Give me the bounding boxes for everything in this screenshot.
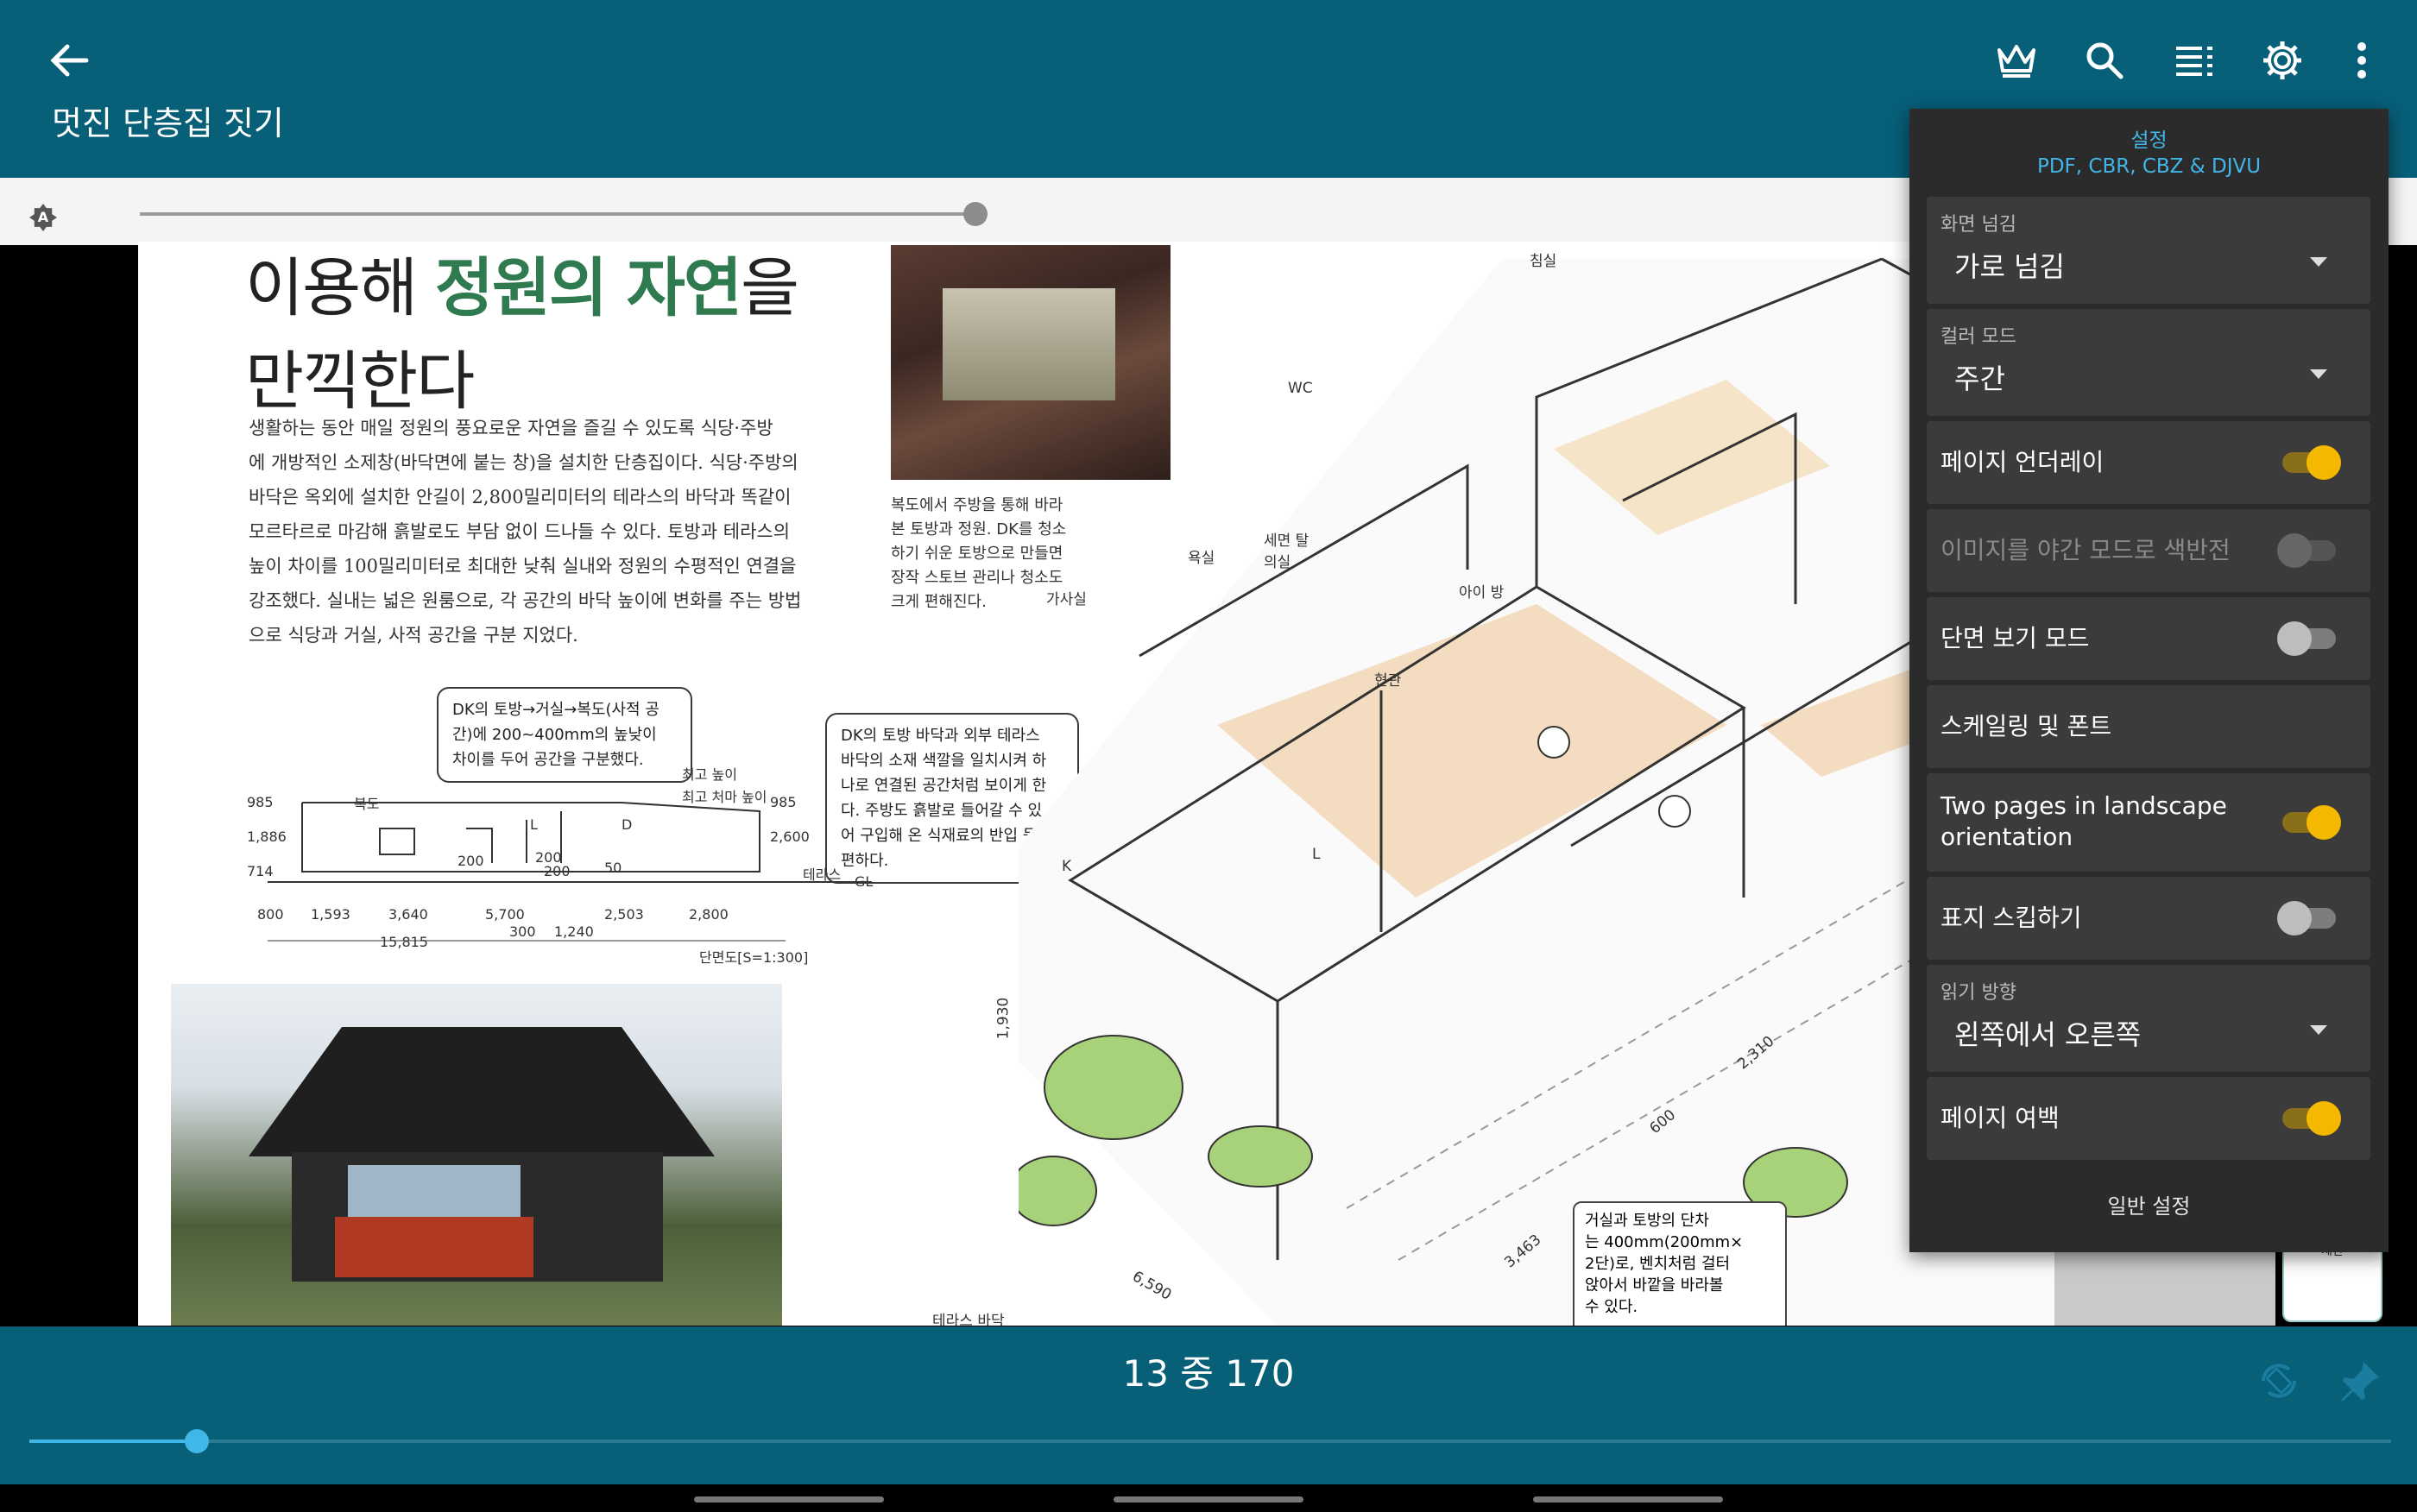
section-label-terrace: 테라스 <box>803 866 842 883</box>
page-turn-dropdown[interactable]: 화면 넘김 가로 넘김 <box>1927 197 2370 304</box>
brightness-slider-thumb[interactable] <box>963 202 988 226</box>
page-indicator: 13 중 170 <box>1122 1352 1295 1395</box>
dropdown-arrow-icon <box>2310 1025 2327 1035</box>
iso-label: L <box>1312 846 1321 863</box>
caption-box-step: 거실과 토방의 단차 는 400mm(200mm× 2단)로, 벤치처럼 걸터 … <box>1573 1201 1787 1326</box>
two-pages-toggle[interactable] <box>2282 805 2341 840</box>
dropdown-arrow-icon <box>2310 257 2327 267</box>
settings-header: 설정 PDF, CBR, CBZ & DJVU <box>2036 129 2262 178</box>
section-dim: 200 <box>458 853 484 869</box>
invert-images-row: 이미지를 야간 모드로 색반전 <box>1927 509 2370 592</box>
section-label-d: D <box>622 816 633 833</box>
section-dim: 1,240 <box>554 923 594 940</box>
iso-label: 테라스 바닥 <box>932 1313 1005 1326</box>
page-headline: 이용해 정원의 자연을 만끽한다 <box>245 251 799 419</box>
crown-icon[interactable] <box>1991 35 2042 86</box>
section-dim: 714 <box>247 863 274 879</box>
iso-label: 침실 <box>1530 253 1557 270</box>
section-dim: 1,593 <box>311 906 350 923</box>
section-label-l: L <box>530 816 538 833</box>
iso-label: 1,930 <box>994 997 1013 1040</box>
section-scale-label: 단면도[S=1:300] <box>699 949 809 966</box>
iso-label: 가사실 <box>1046 591 1087 608</box>
section-dim: 2,600 <box>770 828 810 845</box>
page-margins-row[interactable]: 페이지 여백 <box>1927 1077 2370 1160</box>
section-dim: 1,886 <box>247 828 287 845</box>
iso-label: K <box>1062 858 1072 875</box>
section-dim: 50 <box>604 860 622 876</box>
invert-images-toggle <box>2277 533 2336 568</box>
general-settings-button[interactable]: 일반 설정 <box>1909 1189 2389 1224</box>
gear-icon[interactable] <box>2256 35 2308 86</box>
skip-cover-toggle[interactable] <box>2277 901 2336 936</box>
section-dim: 200 <box>544 863 571 879</box>
more-vert-icon[interactable] <box>2336 35 2388 86</box>
book-title: 멋진 단층집 짓기 <box>52 104 284 142</box>
reading-direction-dropdown[interactable]: 읽기 방향 왼쪽에서 오른쪽 <box>1927 965 2370 1072</box>
dropdown-arrow-icon <box>2310 369 2327 379</box>
color-mode-dropdown[interactable]: 컬러 모드 주간 <box>1927 309 2370 416</box>
nav-handle <box>1114 1496 1303 1503</box>
brightness-slider-track[interactable] <box>140 212 975 216</box>
page-margins-toggle[interactable] <box>2282 1101 2341 1136</box>
page-progress-track[interactable] <box>29 1440 2391 1443</box>
page-underlay-row[interactable]: 페이지 언더레이 <box>1927 421 2370 504</box>
iso-label: 아이 방 <box>1459 584 1505 602</box>
section-dim: 5,700 <box>485 906 525 923</box>
page-progress-thumb[interactable] <box>185 1429 209 1453</box>
section-dim: 15,815 <box>380 934 428 950</box>
iso-label: 세면 탈의실 <box>1264 532 1309 571</box>
exterior-photo <box>171 984 782 1326</box>
iso-label: 현관 <box>1374 672 1402 690</box>
scaling-fonts-row[interactable]: 스케일링 및 폰트 <box>1927 685 2370 768</box>
note-box-section: DK의 토방→거실→복도(사적 공 간)에 200~400mm의 높낮이 차이를… <box>437 687 692 783</box>
back-arrow-icon[interactable] <box>45 36 93 85</box>
nav-handle <box>694 1496 884 1503</box>
section-label-kitchen: 복도 <box>354 796 380 812</box>
iso-label: WC <box>1288 380 1313 397</box>
section-dim: 2,800 <box>689 906 729 923</box>
body-text: 생활하는 동안 매일 정원의 풍요로운 자연을 즐길 수 있도록 식당·주방 에… <box>249 418 802 646</box>
section-dim: 985 <box>770 794 797 810</box>
autorotate-icon[interactable] <box>2253 1355 2305 1407</box>
pin-icon[interactable] <box>2334 1355 2386 1407</box>
section-dim: 300 <box>509 923 536 940</box>
section-dim: 3,640 <box>388 906 428 923</box>
skip-cover-row[interactable]: 표지 스킵하기 <box>1927 877 2370 960</box>
toc-list-icon[interactable] <box>2168 35 2220 86</box>
section-dim: 800 <box>257 906 284 923</box>
nav-handle <box>1533 1496 1723 1503</box>
page-underlay-toggle[interactable] <box>2282 445 2341 480</box>
settings-panel: 설정 PDF, CBR, CBZ & DJVU 화면 넘김 가로 넘김 컬러 모… <box>1909 109 2389 1252</box>
section-drawing: 복도 L D 테라스 GL 최고 높이 최고 처마 높이 985 1,886 7… <box>247 766 906 966</box>
section-label-max-height: 최고 높이 <box>682 766 737 783</box>
section-dim: 985 <box>247 794 274 810</box>
iso-label: 욕실 <box>1188 550 1215 567</box>
section-view-row[interactable]: 단면 보기 모드 <box>1927 597 2370 680</box>
two-pages-row[interactable]: Two pages in landscape orientation <box>1927 773 2370 872</box>
section-view-toggle[interactable] <box>2277 621 2336 656</box>
section-label-eave: 최고 처마 높이 <box>682 789 767 805</box>
section-label-gl: GL <box>855 873 874 890</box>
search-icon[interactable] <box>2079 35 2130 86</box>
section-dim: 2,503 <box>604 906 644 923</box>
page-progress-fill <box>29 1440 197 1443</box>
